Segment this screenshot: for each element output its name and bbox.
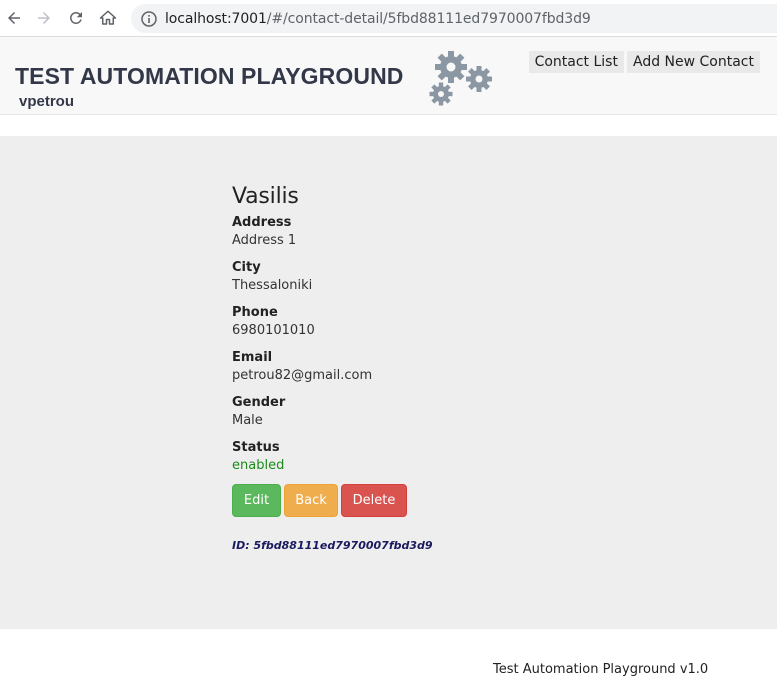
info-icon[interactable] [141,10,157,27]
reload-icon[interactable] [66,8,86,28]
gears-icon [429,51,492,106]
email-label: Email [232,350,273,365]
email-value: petrou82@gmail.com [232,368,373,383]
gender-value: Male [232,413,263,428]
gender-label: Gender [232,395,286,410]
address-value: Address 1 [232,233,297,248]
status-label: Status [232,440,280,455]
delete-button[interactable]: Delete [341,484,407,517]
edit-button[interactable]: Edit [232,484,281,517]
url-text: localhost:7001/#/contact-detail/5fbd8811… [165,11,591,27]
action-buttons: Edit Back Delete [232,484,433,517]
back-arrow-icon[interactable] [4,8,24,28]
city-value: Thessaloniki [232,278,313,293]
phone-value: 6980101010 [232,323,315,338]
browser-toolbar: localhost:7001/#/contact-detail/5fbd8811… [0,0,777,37]
contact-list-link[interactable]: Contact List [528,51,624,73]
footer-text: Test Automation Playground v1.0 [493,662,709,677]
header-nav: Contact List Add New Contact [528,51,760,73]
brand-title[interactable]: TEST AUTOMATION PLAYGROUND [15,63,404,90]
username: vpetrou [19,93,75,110]
content-area: Vasilis Address Address 1 City Thessalon… [0,136,777,629]
address-bar[interactable]: localhost:7001/#/contact-detail/5fbd8811… [131,4,777,33]
forward-arrow-icon[interactable] [34,8,54,28]
add-new-contact-link[interactable]: Add New Contact [626,51,760,73]
city-label: City [232,260,261,275]
contact-name: Vasilis [232,184,299,209]
phone-label: Phone [232,305,278,320]
url-host: localhost:7001 [165,10,267,27]
contact-detail: Vasilis Address Address 1 City Thessalon… [232,184,433,552]
home-icon[interactable] [98,8,118,28]
contact-id: ID: 5fbd88111ed7970007fbd3d9 [232,539,433,552]
address-label: Address [232,215,292,230]
app-header: TEST AUTOMATION PLAYGROUND vpetrou Conta… [0,37,777,115]
status-value: enabled [232,458,285,473]
back-button[interactable]: Back [284,484,338,517]
url-path: /#/contact-detail/5fbd88111ed7970007fbd3… [266,10,591,27]
